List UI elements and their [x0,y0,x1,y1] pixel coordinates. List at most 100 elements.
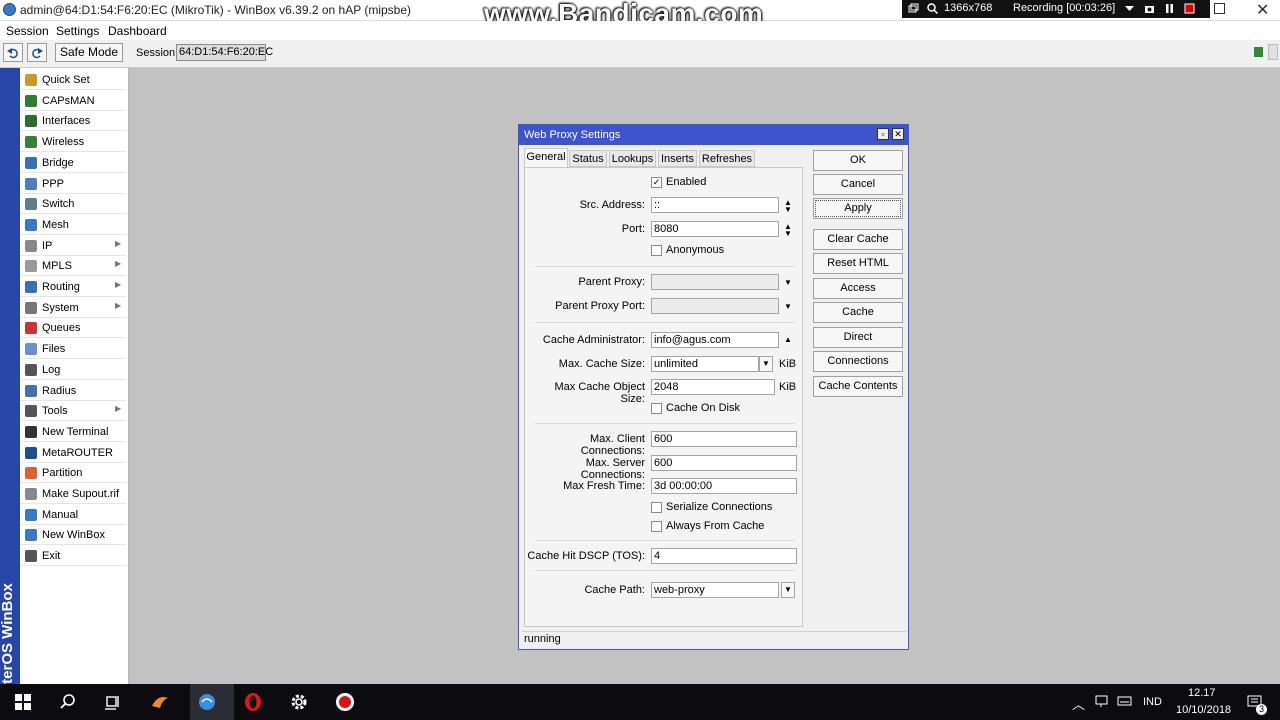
sidebar-item-switch[interactable]: Switch [20,194,126,215]
src-address-input[interactable]: :: [651,197,779,213]
max-cache-size-dropdown-icon[interactable]: ▼ [759,356,773,372]
parent-proxy-dropdown-icon[interactable]: ▼ [784,279,792,287]
direct-button[interactable]: Direct [813,327,903,348]
cache-contents-button[interactable]: Cache Contents [813,376,903,397]
toolbar-scroll-handle[interactable] [1268,44,1278,60]
max-fresh-time-input[interactable]: 3d 00:00:00 [651,478,797,494]
sidebar-item-quick-set[interactable]: Quick Set [20,70,126,90]
maximize-icon[interactable]: ▫ [877,128,889,140]
menu-settings[interactable]: Settings [56,24,99,38]
sidebar-item-interfaces[interactable]: Interfaces [20,111,126,132]
tray-chevron-up-icon[interactable]: ︿ [1072,694,1085,713]
enabled-label: Enabled [666,176,707,188]
max-cache-size-input[interactable]: unlimited [651,356,759,372]
close-icon[interactable]: ✕ [1256,0,1269,20]
cache-administrator-collapse-icon[interactable]: ▲ [784,336,792,344]
session-value-field[interactable]: 64:D1:54:F6:20:EC [176,44,273,61]
task-view-icon[interactable] [103,692,123,712]
undo-button[interactable] [3,43,23,62]
sidebar-item-label: Quick Set [42,74,90,86]
serialize-connections-checkbox[interactable] [651,502,662,513]
anonymous-checkbox[interactable] [651,245,662,256]
camera-icon[interactable] [1144,3,1155,14]
port-input[interactable]: 8080 [651,221,779,237]
sidebar-item-ip[interactable]: IP ▶ [20,236,126,256]
sidebar-item-exit[interactable]: Exit [20,546,126,567]
enabled-checkbox[interactable]: ✓ [651,177,662,188]
port-spin-icon[interactable]: ▲ ▼ [784,223,792,238]
cache-hit-dscp-input[interactable]: 4 [651,548,797,564]
sidebar-item-mpls[interactable]: MPLS ▶ [20,256,126,277]
cache-path-dropdown-icon[interactable]: ▼ [781,582,795,598]
sidebar-item-log[interactable]: Log [20,360,126,380]
cache-path-input[interactable]: web-proxy [651,582,779,598]
sidebar-item-new-winbox[interactable]: New WinBox [20,525,126,546]
connections-button[interactable]: Connections [813,351,903,372]
winbox-taskbar-icon[interactable] [197,692,217,712]
search-icon[interactable] [927,3,938,14]
search-icon[interactable] [58,692,78,712]
src-address-spin-icon[interactable]: ▲ ▼ [784,199,792,214]
network-icon[interactable] [1094,693,1110,709]
sidebar-item-tools[interactable]: Tools ▶ [20,401,126,422]
cache-administrator-input[interactable]: info@agus.com [651,332,779,348]
sidebar-item-manual[interactable]: Manual [20,505,126,525]
tab-lookups[interactable]: Lookups [609,150,656,167]
safe-mode-button[interactable]: Safe Mode [55,43,123,62]
reset-html-button[interactable]: Reset HTML [813,253,903,274]
tab-general[interactable]: General [524,148,568,167]
parent-proxy-port-dropdown-icon[interactable]: ▼ [784,303,792,311]
redo-button[interactable] [27,43,47,62]
max-server-connections-input[interactable]: 600 [651,455,797,471]
pause-icon[interactable] [1164,3,1175,14]
sidebar-item-bridge[interactable]: Bridge [20,153,126,173]
restore-window-icon[interactable] [1214,3,1225,14]
tab-status[interactable]: Status [569,150,607,167]
dialog-title-bar[interactable]: Web Proxy Settings ▫ ✕ [519,125,908,145]
sidebar-item-metarouter[interactable]: MetaROUTER [20,443,126,463]
sidebar-item-mesh[interactable]: Mesh [20,215,126,235]
max-client-connections-input[interactable]: 600 [651,431,797,447]
sidebar-item-label: MetaROUTER [42,446,113,459]
sidebar-item-routing[interactable]: Routing ▶ [20,277,126,297]
menu-dashboard[interactable]: Dashboard [108,24,167,38]
access-button[interactable]: Access [813,278,903,299]
sidebar-item-files[interactable]: Files [20,339,126,360]
sidebar-item-radius[interactable]: Radius [20,381,126,401]
window-icon[interactable] [908,3,919,14]
clock-date[interactable]: 10/10/2018 [1176,704,1231,716]
parent-proxy-port-input[interactable] [651,298,779,314]
opera-icon[interactable] [243,692,263,712]
sidebar-item-new-terminal[interactable]: New Terminal [20,422,126,442]
record-app-icon[interactable] [335,692,355,712]
windows-start-icon[interactable] [13,692,33,712]
bandicam-app-icon[interactable] [150,692,170,712]
cache-button[interactable]: Cache [813,302,903,323]
keyboard-icon[interactable] [1117,693,1133,709]
language-indicator[interactable]: IND [1143,696,1162,708]
max-cache-object-size-input[interactable]: 2048 [651,379,775,395]
parent-proxy-input[interactable] [651,274,779,290]
clear-cache-button[interactable]: Clear Cache [813,229,903,250]
tab-inserts[interactable]: Inserts [658,150,697,167]
sidebar-item-make-supout-rif[interactable]: Make Supout.rif [20,484,126,504]
settings-gear-icon[interactable] [289,692,309,712]
apply-button[interactable]: Apply [813,198,903,219]
clock-time[interactable]: 12.17 [1188,687,1216,699]
stop-record-icon[interactable] [1184,3,1195,14]
cancel-button[interactable]: Cancel [813,174,903,195]
supout-icon [25,488,37,500]
sidebar-item-wireless[interactable]: Wireless [20,132,126,153]
close-icon[interactable]: ✕ [892,128,904,140]
menu-session[interactable]: Session [6,24,49,38]
ok-button[interactable]: OK [813,150,903,171]
always-from-cache-checkbox[interactable] [651,521,662,532]
sidebar-item-ppp[interactable]: PPP [20,174,126,194]
chevron-down-icon[interactable] [1124,3,1135,14]
sidebar-item-capsman[interactable]: CAPsMAN [20,91,126,111]
tab-refreshes[interactable]: Refreshes [699,150,755,167]
cache-on-disk-checkbox[interactable] [651,403,662,414]
sidebar-item-queues[interactable]: Queues [20,318,126,339]
sidebar-item-system[interactable]: System ▶ [20,298,126,318]
sidebar-item-partition[interactable]: Partition [20,463,126,484]
